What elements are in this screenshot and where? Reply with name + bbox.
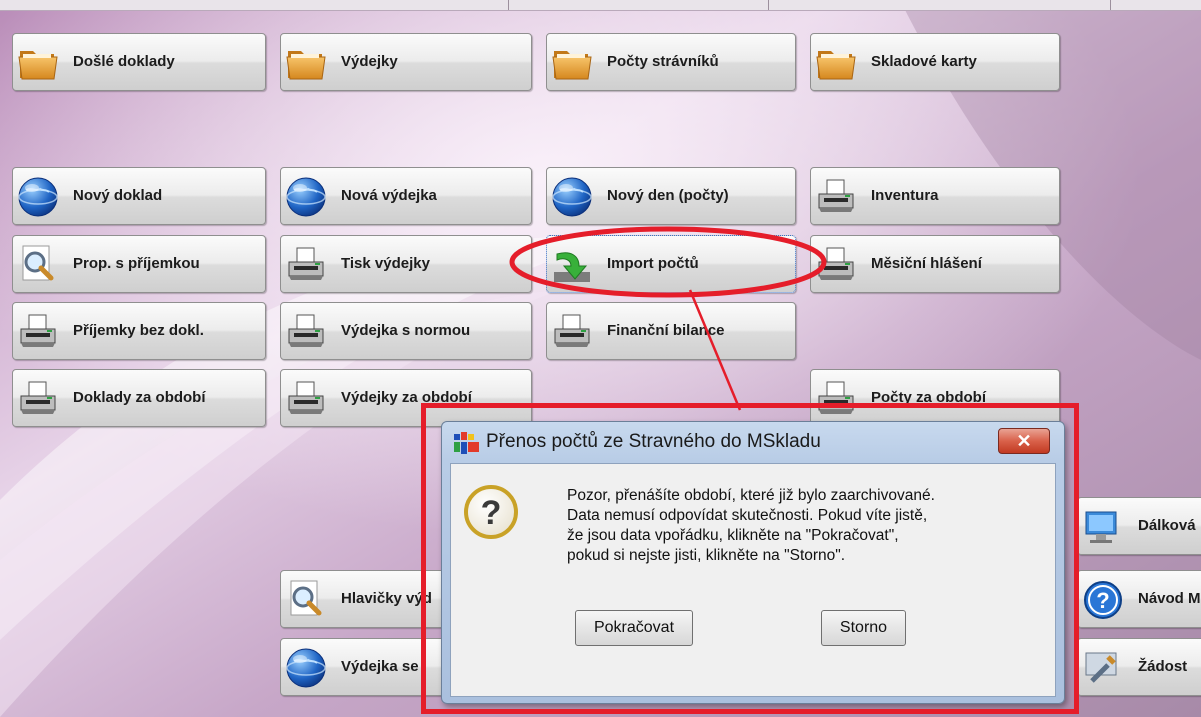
printer-icon — [285, 378, 327, 420]
tile-label: Měsiční hlášení — [871, 255, 982, 272]
tile-label: Návod M — [1138, 590, 1201, 607]
tile-button[interactable]: Nový den (počty) — [546, 167, 796, 225]
printer-icon — [17, 311, 59, 353]
tile-label: Počty strávníků — [607, 53, 719, 70]
tile-label: Došlé doklady — [73, 53, 175, 70]
green-arrow-icon — [551, 244, 593, 286]
printer-icon — [285, 244, 327, 286]
tile-button[interactable]: Dálková — [1077, 497, 1201, 555]
svg-text:?: ? — [1096, 588, 1109, 613]
tile-button[interactable]: Finanční bilance — [546, 302, 796, 360]
magnifier-icon — [285, 579, 327, 621]
folder-icon — [551, 42, 593, 84]
folder-icon — [815, 42, 857, 84]
tile-button[interactable]: Výdejka s normou — [280, 302, 532, 360]
printer-icon — [551, 311, 593, 353]
tile-label: Nový doklad — [73, 187, 163, 204]
tile-button[interactable]: Inventura — [810, 167, 1060, 225]
magnifier-icon — [17, 244, 59, 286]
tile-button[interactable]: Prop. s příjemkou — [12, 235, 266, 293]
tile-button[interactable]: Nový doklad — [12, 167, 266, 225]
tile-label: Inventura — [871, 187, 939, 204]
printer-icon — [815, 176, 857, 218]
top-toolbar — [0, 0, 1201, 11]
tile-button[interactable]: Výdejky — [280, 33, 532, 91]
tile-label: Žádost — [1138, 658, 1188, 675]
tile-label: Tisk výdejky — [341, 255, 430, 272]
tile-label: Skladové karty — [871, 53, 977, 70]
tile-label: Import počtů — [607, 255, 699, 272]
tile-label: Příjemky bez dokl. — [73, 322, 204, 339]
printer-icon — [285, 311, 327, 353]
tile-label: Prop. s příjemkou — [73, 255, 200, 272]
help-icon: ? — [1082, 579, 1124, 621]
globe-icon — [17, 176, 59, 218]
tile-label: Dálková — [1138, 517, 1196, 534]
annotation-rectangle — [421, 403, 1079, 714]
tools-icon — [1082, 647, 1124, 689]
folder-icon — [17, 42, 59, 84]
tile-button[interactable]: Došlé doklady — [12, 33, 266, 91]
tile-button[interactable]: Skladové karty — [810, 33, 1060, 91]
globe-icon — [285, 176, 327, 218]
tile-button[interactable]: Nová výdejka — [280, 167, 532, 225]
tile-label: Hlavičky výd — [341, 590, 432, 607]
tile-label: Výdejka se — [341, 658, 419, 675]
tile-button[interactable]: Měsiční hlášení — [810, 235, 1060, 293]
computer-icon — [1082, 506, 1124, 548]
printer-icon — [815, 244, 857, 286]
tile-button[interactable]: Doklady za období — [12, 369, 266, 427]
tile-button[interactable]: Příjemky bez dokl. — [12, 302, 266, 360]
tile-button[interactable]: Tisk výdejky — [280, 235, 532, 293]
printer-icon — [17, 378, 59, 420]
tile-label: Nová výdejka — [341, 187, 437, 204]
tile-button[interactable]: Import počtů — [546, 235, 796, 293]
folder-icon — [285, 42, 327, 84]
tile-button[interactable]: ? Návod M — [1077, 570, 1201, 628]
tile-label: Výdejka s normou — [341, 322, 471, 339]
tile-label: Výdejky — [341, 53, 398, 70]
globe-icon — [285, 647, 327, 689]
tile-button[interactable]: Počty strávníků — [546, 33, 796, 91]
tile-label: Doklady za období — [73, 389, 206, 406]
tile-button[interactable]: Žádost — [1077, 638, 1201, 696]
tile-label: Finanční bilance — [607, 322, 725, 339]
globe-icon — [551, 176, 593, 218]
tile-label: Nový den (počty) — [607, 187, 729, 204]
